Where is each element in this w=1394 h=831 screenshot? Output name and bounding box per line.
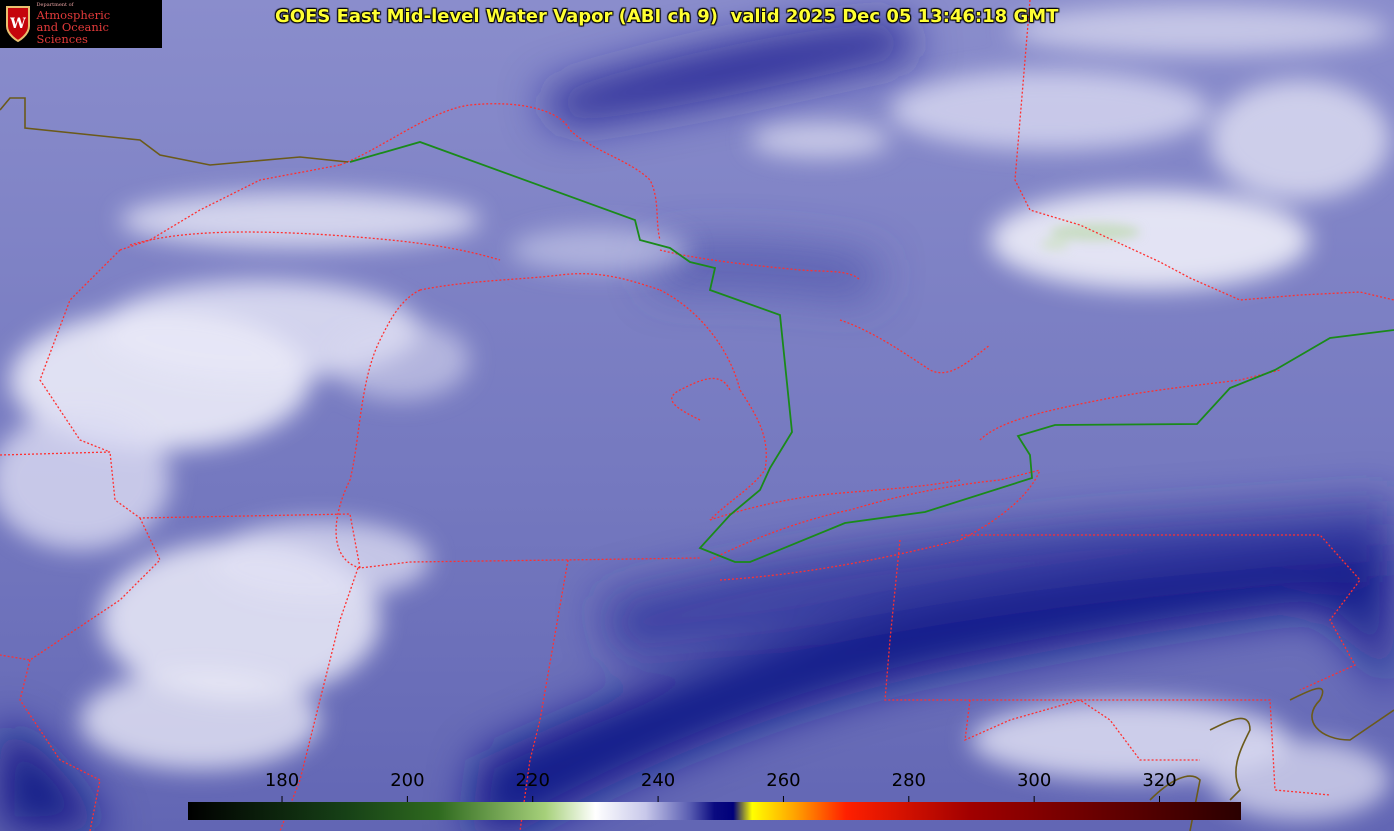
uw-crest-icon: W <box>3 4 33 44</box>
colorbar-tick-label: 300 <box>1016 770 1052 791</box>
water-vapor-map <box>0 0 1394 831</box>
map-title: GOES East Mid-level Water Vapor (ABI ch … <box>275 6 1059 27</box>
logo-letter: W <box>9 16 26 32</box>
logo-line1: Atmospheric <box>36 7 111 22</box>
colorbar-tick-label: 260 <box>766 770 801 791</box>
colorbar-tick-label: 220 <box>515 770 550 791</box>
colorbar-gradient <box>188 802 1241 820</box>
uw-aos-logo: W Department of Atmospheric and Oceanic … <box>0 0 162 48</box>
colorbar-tick-label: 180 <box>264 770 300 791</box>
logo-line2: and Oceanic Sciences <box>36 19 109 46</box>
colorbar-tick-label: 280 <box>891 770 926 791</box>
colorbar-tick-label: 240 <box>640 770 676 791</box>
colorbar-tick-label: 200 <box>390 770 425 791</box>
colorbar-tick-label: 320 <box>1142 770 1177 791</box>
